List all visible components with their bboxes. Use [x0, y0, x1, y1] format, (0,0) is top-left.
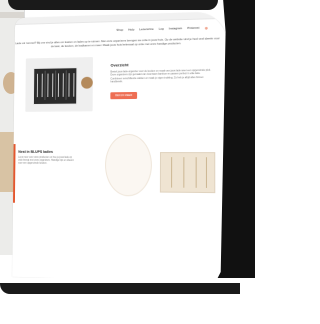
cart-icon[interactable]: ⊕ — [205, 25, 208, 30]
overzicht-text-block: Overzicht Bestel jouw lade-organizer voo… — [110, 61, 211, 101]
cutlery-organizer-image — [25, 57, 93, 113]
bekijk-meer-button[interactable]: BEKIJK MEER — [110, 91, 138, 100]
info-title: Nest in BLUPS ladies — [18, 150, 53, 155]
intro-text: Lade vol rommel? Bij ons vind je alles o… — [15, 36, 220, 48]
tray-divider — [44, 70, 46, 101]
info-description: Lees meer over onze producten en hoe je … — [18, 156, 74, 165]
nav-item-hulp[interactable]: Hulp — [128, 27, 134, 31]
tray-divider — [65, 70, 67, 100]
info-card: Nest in BLUPS ladies Lees meer over onze… — [13, 144, 83, 204]
background-strip — [0, 12, 24, 18]
cutlery-item — [36, 73, 43, 98]
nav-item-shop[interactable]: Shop — [116, 28, 123, 32]
cutlery-item — [47, 73, 54, 98]
drawer-divider — [195, 157, 197, 189]
cutlery-item — [68, 73, 75, 97]
round-decoration — [104, 134, 152, 197]
drawer-divider — [171, 157, 173, 188]
nav-item-pinterest[interactable]: Pinterest — [187, 26, 199, 30]
info-section: Nest in BLUPS ladies Lees meer over onze… — [13, 134, 227, 216]
overzicht-description: Bestel jouw lade-organizer voor de keuke… — [110, 68, 211, 84]
device-frame-top — [8, 0, 218, 10]
cutlery-tray — [32, 67, 78, 106]
drawer-divider — [205, 157, 207, 189]
overzicht-title: Overzicht — [110, 62, 129, 68]
drawer-divider — [183, 157, 185, 188]
wooden-bowl — [81, 76, 93, 89]
overzicht-section: Overzicht Bestel jouw lade-organizer voo… — [14, 52, 227, 124]
nav-item-instagram[interactable]: Instagram — [169, 26, 182, 30]
cutlery-item — [57, 73, 64, 98]
drawer-organizer-image — [159, 152, 216, 194]
device-frame-bottom — [0, 283, 240, 294]
nav-item-lezerszine[interactable]: Lezerszine — [139, 27, 153, 31]
nav-item-log[interactable]: Log — [159, 27, 164, 31]
tray-divider — [54, 70, 57, 101]
website-page: Shop Hulp Lezerszine Log Instagram Pinte… — [12, 11, 227, 284]
